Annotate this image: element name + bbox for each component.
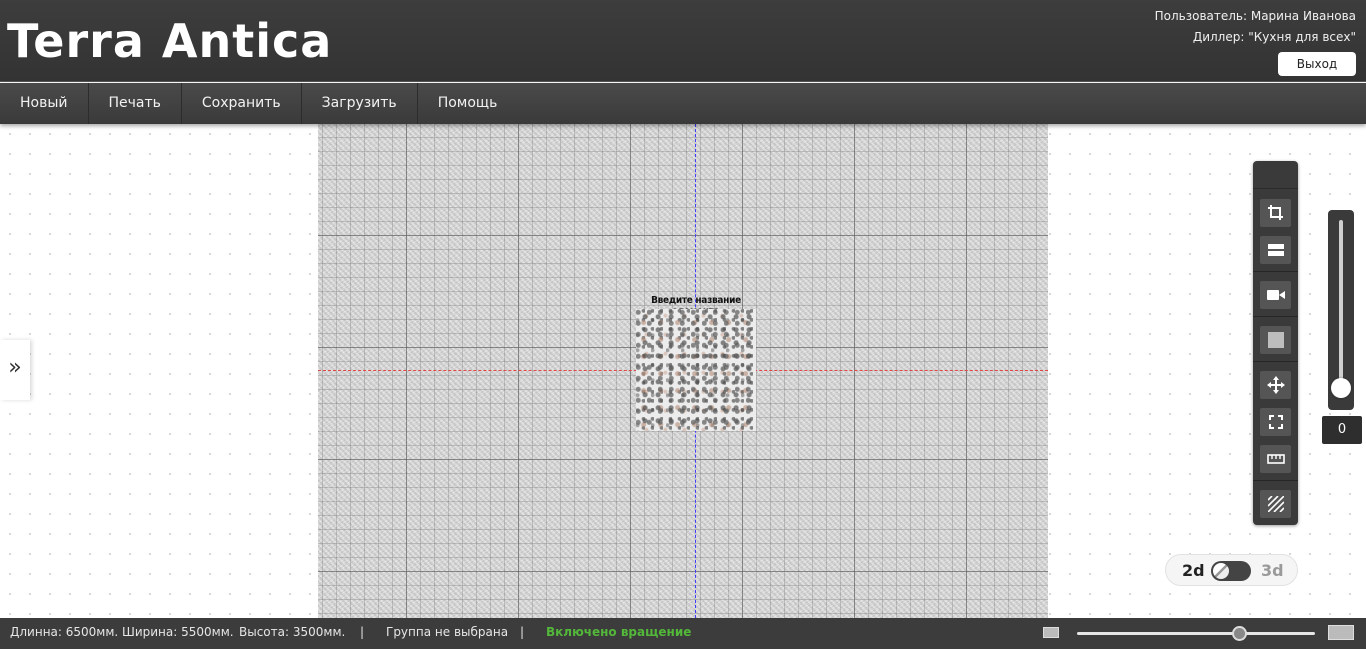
- hatch-icon: [1267, 496, 1284, 512]
- crop-icon: [1267, 204, 1285, 222]
- tool-square[interactable]: [1260, 326, 1291, 354]
- menu-item-save[interactable]: Сохранить: [182, 83, 302, 124]
- workspace[interactable]: Введите название элемента »: [0, 124, 1366, 618]
- zoom-out-icon[interactable]: [1043, 627, 1059, 638]
- granite-element[interactable]: [636, 309, 756, 431]
- design-board[interactable]: Введите название элемента: [318, 124, 1048, 618]
- view-2d-label[interactable]: 2d: [1182, 561, 1205, 580]
- menu-item-print[interactable]: Печать: [89, 83, 182, 124]
- panel-icon: [1267, 244, 1284, 256]
- zoom-slider[interactable]: [1077, 632, 1315, 635]
- move-icon: [1266, 376, 1285, 394]
- dealer-name: Диллер: "Кухня для всех": [1192, 30, 1356, 44]
- fit-screen-icon: [1268, 415, 1283, 429]
- zoom-slider-knob[interactable]: [1231, 626, 1247, 641]
- main-menu: Новый Печать Сохранить Загрузить Помощь: [0, 83, 1366, 124]
- logout-button[interactable]: Выход: [1278, 52, 1356, 76]
- menu-item-help[interactable]: Помощь: [418, 83, 518, 124]
- height-slider-value: 0: [1322, 416, 1362, 444]
- status-group: Группа не выбрана: [386, 625, 509, 639]
- tool-panel: [1253, 161, 1298, 525]
- app-header: Terra Antica Пользователь: Марина Иванов…: [0, 0, 1366, 82]
- status-width: Ширина: 5500мм.: [122, 625, 234, 639]
- tool-move[interactable]: [1260, 371, 1291, 399]
- height-slider[interactable]: [1328, 210, 1354, 410]
- menu-item-new[interactable]: Новый: [0, 83, 89, 124]
- user-name: Пользователь: Марина Иванова: [1154, 9, 1356, 23]
- tool-camera[interactable]: [1260, 281, 1291, 309]
- status-height: Высота: 3500мм.: [239, 625, 346, 639]
- tool-separator: [1253, 316, 1298, 317]
- camera-icon: [1266, 289, 1285, 301]
- view-3d-label[interactable]: 3d: [1261, 561, 1284, 580]
- tool-separator: [1253, 271, 1298, 272]
- tool-fit-screen[interactable]: [1260, 408, 1291, 436]
- status-length: Длинна: 6500мм.: [10, 625, 119, 639]
- zoom-in-icon[interactable]: [1328, 625, 1354, 640]
- user-info: Пользователь: Марина Иванова Диллер: "Ку…: [1155, 6, 1356, 48]
- tool-ruler[interactable]: [1260, 445, 1291, 473]
- status-rotation: Включено вращение: [546, 625, 692, 639]
- tool-panel-header[interactable]: [1253, 161, 1298, 189]
- tool-panel-shape[interactable]: [1260, 236, 1291, 264]
- tool-hatch[interactable]: [1260, 490, 1291, 518]
- menu-item-load[interactable]: Загрузить: [302, 83, 418, 124]
- expand-panel-button[interactable]: »: [0, 340, 30, 400]
- view-mode-switch: 2d 3d: [1165, 554, 1298, 586]
- view-mode-toggle[interactable]: [1211, 561, 1251, 581]
- height-slider-knob[interactable]: [1331, 378, 1351, 398]
- ruler-icon: [1266, 454, 1285, 464]
- tool-separator: [1253, 361, 1298, 362]
- tool-crop[interactable]: [1260, 199, 1291, 227]
- app-logo: Terra Antica: [7, 14, 333, 68]
- height-slider-track[interactable]: [1339, 220, 1343, 398]
- view-mode-toggle-knob[interactable]: [1213, 563, 1229, 579]
- square-icon: [1267, 332, 1284, 348]
- status-bar: Длинна: 6500мм. Ширина: 5500мм. Высота: …: [0, 618, 1366, 649]
- status-separator: |: [360, 625, 365, 639]
- status-separator: |: [520, 625, 525, 639]
- tool-separator: [1253, 480, 1298, 481]
